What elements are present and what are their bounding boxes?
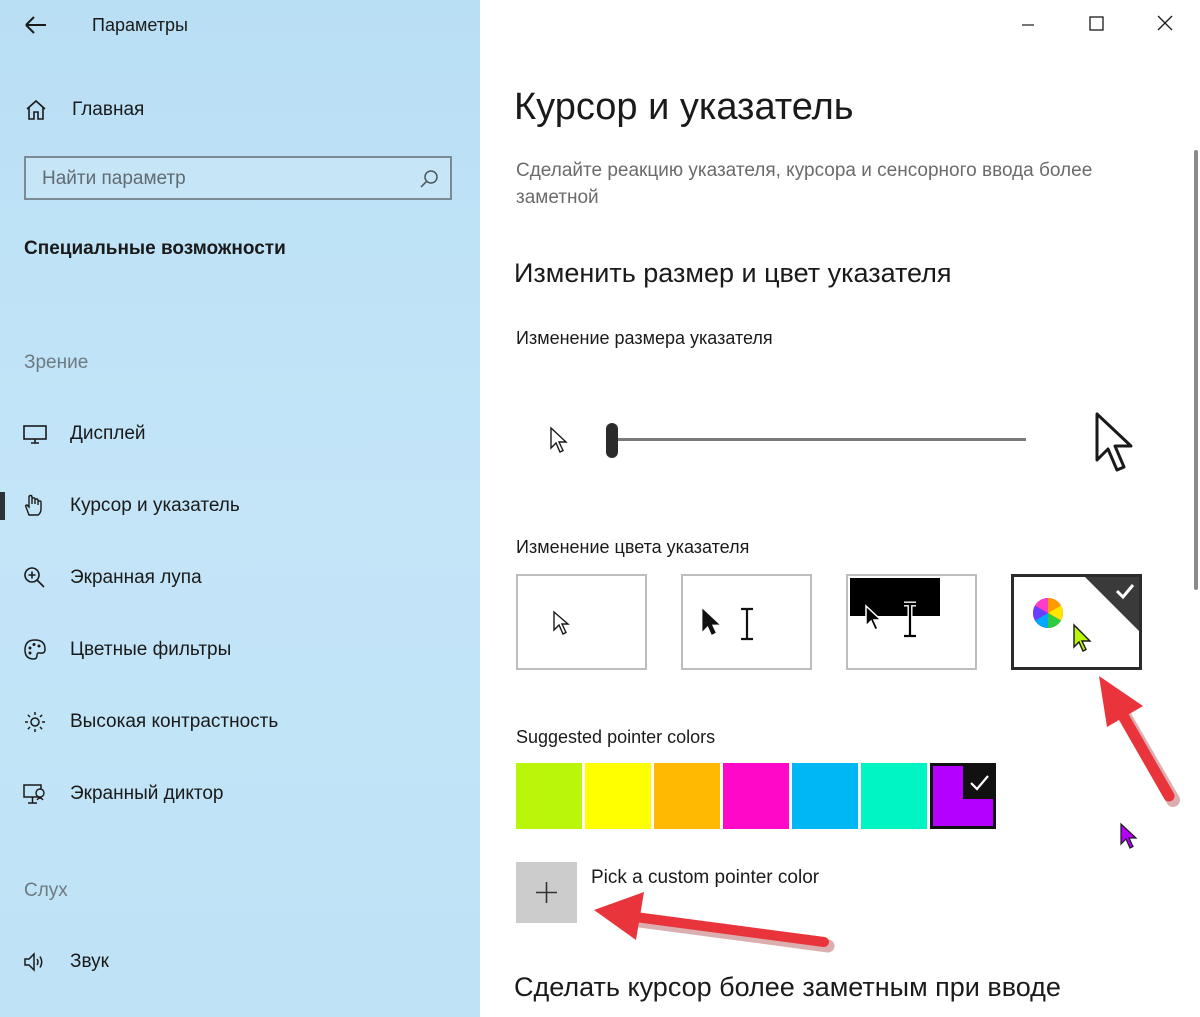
sidebar-item-sound[interactable]: Звук [0,942,480,982]
close-icon [1145,8,1185,40]
page-title: Курсор и указатель [514,86,854,128]
pointer-size-slider-track[interactable] [612,438,1026,441]
sidebar-item-label: Звук [70,951,109,972]
close-button[interactable] [1145,8,1185,40]
active-indicator [0,492,5,520]
color-swatch-teal[interactable] [861,763,927,829]
annotation-arrow-left [592,892,842,962]
pointer-color-inverted[interactable] [846,574,977,670]
maximize-icon [1076,8,1116,40]
custom-color-preview-icon [1014,577,1139,667]
scrollbar[interactable] [1194,150,1198,590]
home-icon [24,98,48,122]
color-label: Изменение цвета указателя [516,537,750,557]
minimize-button[interactable] [1008,8,1048,40]
color-swatch-blue[interactable] [792,763,858,829]
color-swatch-pink[interactable] [723,763,789,829]
pointer-color-black[interactable] [681,574,812,670]
size-label: Изменение размера указателя [516,328,773,348]
magnifier-icon [22,566,48,590]
sidebar-item-label: Высокая контрастность [70,711,279,732]
minimize-icon [1008,8,1048,40]
back-button[interactable] [22,12,50,38]
sidebar-item-high-contrast[interactable]: Высокая контрастность [0,702,480,742]
black-pointer-icon [701,608,723,638]
maximize-button[interactable] [1076,8,1116,40]
search-icon[interactable] [418,168,440,190]
monitor-icon [22,422,48,446]
annotation-arrow-up [1085,672,1190,812]
pointer-hand-icon [22,494,48,518]
main-content: Курсор и указатель Сделайте реакцию указ… [480,0,1200,1017]
sidebar-item-color-filters[interactable]: Цветные фильтры [0,630,480,670]
sidebar-item-label: Экранный диктор [70,783,224,804]
suggested-colors-label: Suggested pointer colors [516,727,716,747]
back-arrow-icon [22,12,50,38]
color-swatch-purple[interactable] [930,763,996,829]
search-box[interactable] [24,156,452,200]
sidebar-item-home[interactable]: Главная [0,92,480,128]
sidebar-item-magnifier[interactable]: Экранная лупа [0,558,480,598]
section-title-typing: Сделать курсор более заметным при вводе [514,972,1061,1002]
search-input[interactable] [40,166,414,192]
large-pointer-icon [1092,410,1140,476]
speaker-icon [22,950,48,974]
sidebar-item-label: Цветные фильтры [70,639,232,660]
sidebar-item-label: Курсор и указатель [70,495,240,516]
purple-mouse-pointer-icon [1119,822,1141,852]
sidebar-item-display[interactable]: Дисплей [0,414,480,454]
plus-icon [534,880,559,905]
pointer-size-slider-thumb[interactable] [606,423,618,458]
sidebar-item-label: Дисплей [70,423,146,444]
swatch-check-icon [963,766,996,799]
brightness-icon [22,710,48,734]
narrator-icon [22,782,48,806]
sidebar-item-cursor[interactable]: Курсор и указатель [0,486,480,526]
pointer-color-custom[interactable] [1011,574,1142,670]
palette-icon [22,638,48,662]
page-description: Сделайте реакцию указателя, курсора и се… [516,160,1093,208]
color-swatch-lime[interactable] [516,763,582,829]
color-swatch-orange[interactable] [654,763,720,829]
group-title-vision: Зрение [24,352,89,373]
sidebar-item-label: Главная [72,99,145,120]
color-swatch-yellow[interactable] [585,763,651,829]
section-title-size-color: Изменить размер и цвет указателя [514,258,952,288]
small-pointer-icon [548,426,572,458]
inverted-pointer-icon [848,576,975,668]
black-text-cursor-icon [737,606,757,642]
app-title: Параметры [92,15,188,35]
sidebar-item-label: Экранная лупа [70,567,202,588]
sidebar: Параметры Главная Специальные возможност… [0,0,480,1017]
group-title-hearing: Слух [24,880,68,901]
add-custom-color-button[interactable] [516,862,577,923]
white-pointer-icon [552,610,574,638]
pointer-color-white[interactable] [516,574,647,670]
section-title: Специальные возможности [24,238,286,259]
sidebar-item-narrator[interactable]: Экранный диктор [0,774,480,814]
custom-color-label[interactable]: Pick a custom pointer color [591,867,819,889]
